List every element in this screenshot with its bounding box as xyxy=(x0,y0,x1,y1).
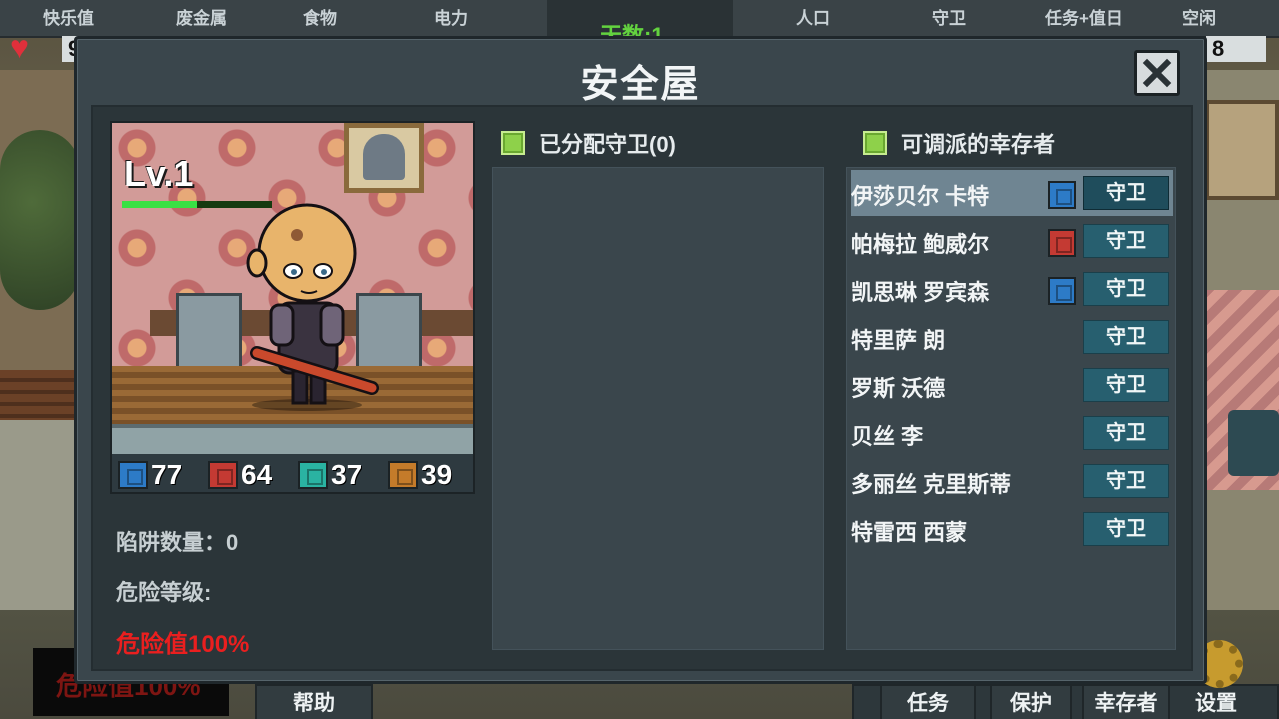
protect-button-label: 保护 xyxy=(1010,692,1052,715)
gun-icon xyxy=(1048,229,1076,257)
dialog-title: 安全屋 xyxy=(580,64,701,106)
guards-label: 守卫 xyxy=(932,9,966,28)
stat-storage-value: 39 xyxy=(421,459,453,490)
stat-defense-value: 77 xyxy=(151,459,183,490)
survivor-name: 贝丝 李 xyxy=(851,424,924,449)
assign-guard-button[interactable]: 守卫 xyxy=(1083,176,1169,210)
survivor-row[interactable]: 多丽丝 克里斯蒂 守卫 xyxy=(851,458,1173,504)
tasks-label: 任务+值日 xyxy=(1045,9,1123,28)
scene-tree xyxy=(0,130,80,310)
available-survivors-title: 可调派的幸存者 xyxy=(901,132,1056,157)
defense-icon xyxy=(1048,277,1076,305)
defense-icon xyxy=(118,461,148,489)
scrap-label: 废金属 xyxy=(176,9,227,28)
level-progress-bar xyxy=(122,201,272,208)
survivor-row[interactable]: 贝丝 李 守卫 xyxy=(851,410,1173,456)
survivor-name: 凯思琳 罗宾森 xyxy=(851,280,990,305)
assign-guard-button[interactable]: 守卫 xyxy=(1083,464,1169,498)
help-button-label: 帮助 xyxy=(293,692,335,715)
power-label: 电力 xyxy=(434,9,468,28)
crate-icon xyxy=(388,461,418,489)
stat-attack-value: 64 xyxy=(241,459,273,490)
scene-sofa xyxy=(1228,410,1279,476)
available-survivors-header: 可调派的幸存者 xyxy=(863,127,1055,159)
dialog-body: Lv.1 77 64 37 39 陷阱数量：0 危险等级: 危险值100% 已分… xyxy=(91,105,1193,671)
survivor-row[interactable]: 特雷西 西蒙 守卫 xyxy=(851,506,1173,552)
survivor-row[interactable]: 特里萨 朗 守卫 xyxy=(851,314,1173,360)
survivor-name: 伊莎贝尔 卡特 xyxy=(851,184,990,209)
close-button[interactable] xyxy=(1134,50,1180,96)
stat-skill-value: 37 xyxy=(331,459,363,490)
survivor-name: 特里萨 朗 xyxy=(851,328,946,353)
tool-icon xyxy=(298,461,328,489)
assign-guard-button[interactable]: 守卫 xyxy=(1083,368,1169,402)
danger-level-label: 危险等级: xyxy=(116,580,212,605)
danger-value: 危险值100% xyxy=(116,631,250,658)
survivor-name: 特雷西 西蒙 xyxy=(851,520,968,545)
tasks-button[interactable]: 任务 xyxy=(880,684,976,719)
defense-icon xyxy=(1048,181,1076,209)
food-label: 食物 xyxy=(303,9,337,28)
happiness-label: 快乐值 xyxy=(43,9,94,28)
stat-defense: 77 xyxy=(118,459,182,491)
survivors-button-label: 幸存者 xyxy=(1094,692,1158,715)
survivor-name: 帕梅拉 鲍威尔 xyxy=(851,232,990,257)
survivor-row[interactable]: 帕梅拉 鲍威尔 守卫 xyxy=(851,218,1173,264)
assigned-guards-header: 已分配守卫(0) xyxy=(501,127,676,159)
scene-window xyxy=(1205,100,1279,200)
stat-skill: 37 xyxy=(298,459,362,491)
tasks-button-label: 任务 xyxy=(907,692,949,715)
available-survivors-list[interactable]: 伊莎贝尔 卡特 守卫 帕梅拉 鲍威尔 守卫 凯思琳 罗宾森 守卫 特里萨 朗守卫 罗斯 沃德守… xyxy=(846,167,1176,650)
trap-count: 陷阱数量：0 xyxy=(116,530,239,555)
survivor-row[interactable]: 凯思琳 罗宾森 守卫 xyxy=(851,266,1173,312)
green-square-icon xyxy=(863,131,887,155)
protect-button[interactable]: 保护 xyxy=(990,684,1072,719)
survivor-character xyxy=(246,203,379,411)
gun-icon xyxy=(208,461,238,489)
assigned-guards-title: 已分配守卫(0) xyxy=(539,132,676,157)
assign-guard-button[interactable]: 守卫 xyxy=(1083,416,1169,450)
population-label: 人口 xyxy=(796,9,830,28)
green-square-icon xyxy=(501,131,525,155)
survivor-name: 罗斯 沃德 xyxy=(851,376,946,401)
idle-value: 8 xyxy=(1206,36,1266,62)
level-progress-fill xyxy=(122,201,197,208)
level-label: Lv.1 xyxy=(124,153,194,194)
scene-bench xyxy=(0,370,80,420)
heart-icon: ♥ xyxy=(10,29,29,65)
survivor-row[interactable]: 伊莎贝尔 卡特 守卫 xyxy=(851,170,1173,216)
survivor-portrait: Lv.1 77 64 37 39 xyxy=(110,121,475,494)
survivor-name: 多丽丝 克里斯蒂 xyxy=(851,472,1012,497)
settings-button[interactable]: 设置 xyxy=(1180,684,1252,719)
settings-button-label: 设置 xyxy=(1195,692,1237,715)
assigned-guards-list[interactable] xyxy=(492,167,824,650)
safe-house-dialog: 安全屋 Lv.1 77 64 37 39 陷阱数量：0 危险等级: 危险值100… xyxy=(74,36,1207,684)
help-button[interactable]: 帮助 xyxy=(255,684,373,719)
assign-guard-button[interactable]: 守卫 xyxy=(1083,512,1169,546)
idle-label: 空闲 xyxy=(1182,9,1216,28)
assign-guard-button[interactable]: 守卫 xyxy=(1083,272,1169,306)
survivors-button[interactable]: 幸存者 xyxy=(1082,684,1170,719)
survivor-row[interactable]: 罗斯 沃德 守卫 xyxy=(851,362,1173,408)
stat-attack: 64 xyxy=(208,459,272,491)
close-icon xyxy=(1142,58,1172,88)
assign-guard-button[interactable]: 守卫 xyxy=(1083,224,1169,258)
assign-guard-button[interactable]: 守卫 xyxy=(1083,320,1169,354)
stat-storage: 39 xyxy=(388,459,452,491)
portrait-baseboard xyxy=(112,424,473,454)
